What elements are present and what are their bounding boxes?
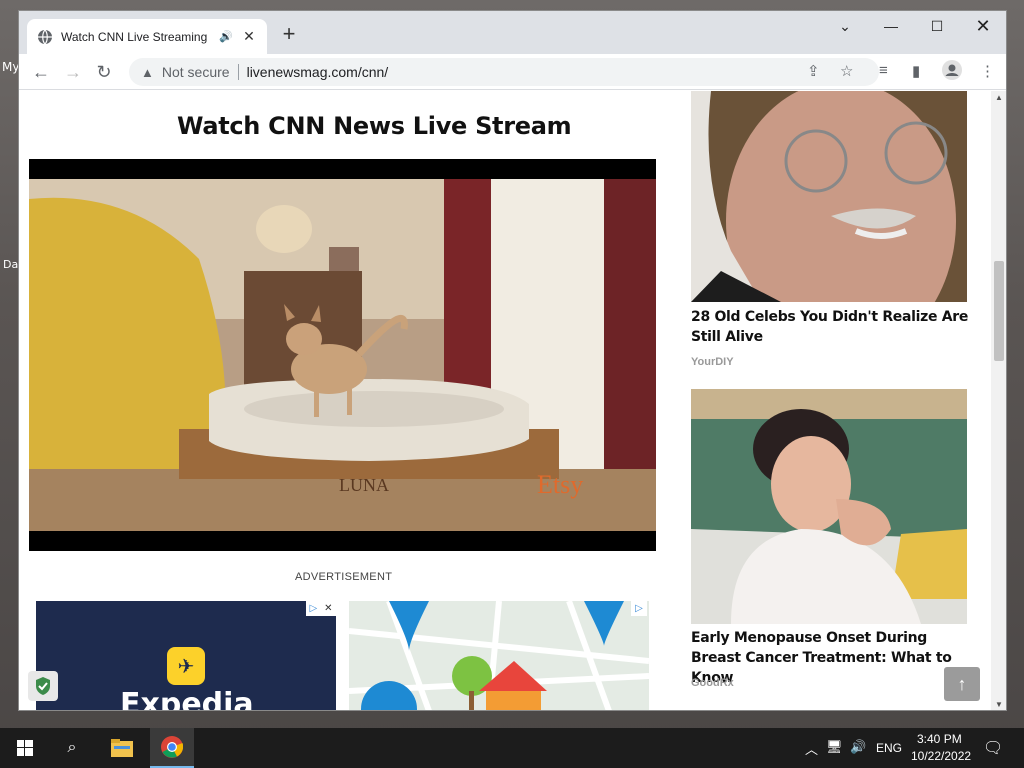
close-tab-icon[interactable]: ✕ [241, 28, 257, 45]
browser-tab[interactable]: Watch CNN Live Streaming - 🔊 ✕ [27, 19, 267, 54]
address-bar[interactable]: ▲ Not secure livenewsmag.com/cnn/ [129, 58, 879, 86]
article-source[interactable]: YourDIY [691, 356, 734, 368]
article-image[interactable] [691, 389, 967, 624]
tab-search-chevron-icon[interactable]: ⌄ [822, 11, 868, 41]
new-tab-button[interactable]: + [277, 23, 301, 47]
minimize-button[interactable]: ― [868, 11, 914, 41]
chrome-taskbar-icon[interactable] [150, 728, 194, 768]
adchoices-icon[interactable]: ▷ [631, 601, 647, 616]
taskbar: ⌕ ︿ 🖥 🔊 ENG 3:40 PM 10/22/2022 🗨 [0, 728, 1024, 768]
tab-strip: Watch CNN Live Streaming - 🔊 ✕ + ⌄ ― ☐ ✕ [19, 11, 1006, 54]
article-title[interactable]: 28 Old Celebs You Didn't Realize Are Sti… [691, 307, 971, 347]
bookmark-star-icon[interactable]: ☆ [840, 62, 853, 80]
reload-icon[interactable]: ↻ [92, 60, 116, 84]
language-indicator[interactable]: ENG [876, 741, 902, 755]
expedia-ad[interactable]: ▷ ✕ ✈ Expedia [36, 601, 336, 711]
start-windows-icon[interactable] [6, 728, 44, 768]
security-shield-icon[interactable] [28, 671, 58, 701]
file-explorer-icon[interactable] [101, 728, 143, 768]
show-hidden-icons-chevron-icon[interactable]: ︿ [805, 739, 818, 758]
article-source[interactable]: GoodRx [691, 677, 734, 689]
back-arrow-icon[interactable]: ← [29, 60, 53, 84]
page-title: Watch CNN News Live Stream [177, 112, 572, 140]
side-panel-icon[interactable]: ▮ [912, 62, 920, 80]
browser-toolbar: ← → ↻ ▲ Not secure livenewsmag.com/cnn/ … [19, 54, 1006, 90]
share-icon[interactable]: ⇪ [807, 62, 820, 80]
forward-arrow-icon[interactable]: → [61, 60, 85, 84]
adchoices-icon[interactable]: ▷ ✕ [306, 601, 336, 616]
desktop-icon-label: My [2, 60, 20, 74]
desktop-icon-label: Da [3, 258, 19, 271]
scroll-thumb[interactable] [994, 261, 1004, 361]
network-icon[interactable]: 🖥 [826, 739, 843, 755]
map-illustration [349, 601, 649, 710]
media-control-icon[interactable]: ≡ [879, 62, 888, 79]
url-text[interactable]: livenewsmag.com/cnn/ [247, 64, 389, 80]
speaker-icon[interactable]: 🔊 [219, 30, 233, 43]
ad-label: ADVERTISEMENT [295, 571, 393, 583]
map-ad[interactable]: ▷ [349, 601, 649, 710]
video-frame: LUNA Etsy [29, 179, 656, 531]
globe-icon [38, 29, 52, 44]
warning-icon[interactable]: ▲ [141, 65, 154, 80]
profile-avatar-icon[interactable] [942, 60, 962, 84]
back-to-top-button[interactable]: ↑ [944, 667, 980, 701]
security-label[interactable]: Not secure [162, 64, 230, 80]
page-content: Watch CNN News Live Stream LUNA Etsy ADV… [19, 91, 991, 711]
maximize-button[interactable]: ☐ [914, 11, 960, 41]
video-watermark: Etsy [537, 470, 583, 499]
clock-time[interactable]: 3:40 PM [917, 732, 962, 746]
ad-brand: Expedia [120, 687, 254, 711]
notification-icon[interactable]: 🗨 [983, 738, 1003, 758]
search-icon[interactable]: ⌕ [52, 728, 92, 768]
browser-window: Watch CNN Live Streaming - 🔊 ✕ + ⌄ ― ☐ ✕… [18, 10, 1007, 711]
volume-icon[interactable]: 🔊 [850, 739, 866, 755]
clock-date[interactable]: 10/22/2022 [911, 749, 971, 763]
article-image[interactable] [691, 91, 967, 302]
video-player[interactable]: LUNA Etsy [29, 159, 656, 551]
close-window-button[interactable]: ✕ [960, 11, 1006, 41]
tab-title: Watch CNN Live Streaming - [61, 29, 212, 44]
scroll-down-arrow-icon[interactable]: ▼ [995, 700, 1003, 709]
divider [237, 64, 239, 80]
scroll-up-arrow-icon[interactable]: ▲ [995, 93, 1003, 102]
airplane-icon: ✈ [167, 647, 205, 685]
page-scrollbar[interactable]: ▲ ▼ [991, 91, 1006, 710]
menu-kebab-icon[interactable]: ⋮ [980, 62, 995, 80]
video-bed-text: LUNA [339, 475, 389, 495]
